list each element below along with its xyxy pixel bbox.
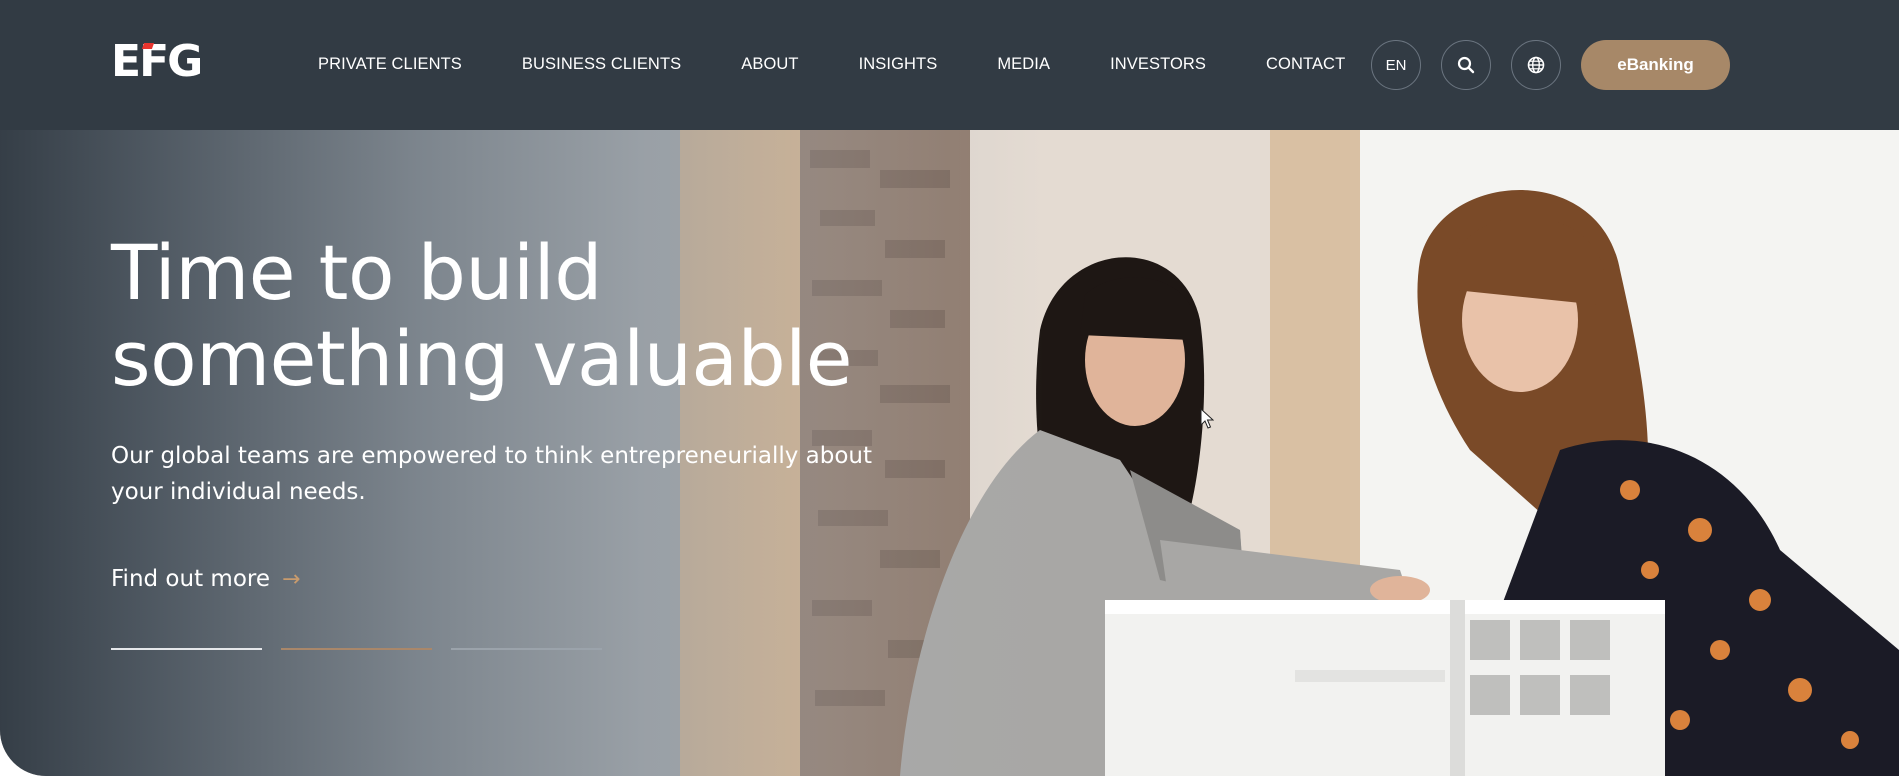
search-icon [1457,56,1475,74]
ebanking-button[interactable]: eBanking [1581,40,1730,90]
find-out-more-link[interactable]: Find out more → [111,566,300,592]
nav-investors[interactable]: INVESTORS [1110,55,1206,74]
slider-indicator-3[interactable] [451,648,602,650]
site-header: EFG PRIVATE CLIENTS BUSINESS CLIENTS ABO… [0,0,1899,130]
nav-about[interactable]: ABOUT [741,55,798,74]
hero-banner: Time to build something valuable Our glo… [0,130,1899,776]
nav-business-clients[interactable]: BUSINESS CLIENTS [522,55,681,74]
main-nav: PRIVATE CLIENTS BUSINESS CLIENTS ABOUT I… [318,52,1345,76]
hero-title: Time to build something valuable [111,228,853,403]
search-button[interactable] [1441,40,1491,90]
nav-private-clients[interactable]: PRIVATE CLIENTS [318,55,462,74]
find-out-more-label: Find out more [111,566,270,592]
mouse-cursor-icon [1200,408,1214,429]
globe-icon [1527,56,1545,74]
globe-button[interactable] [1511,40,1561,90]
hero-slider-indicators [111,648,602,650]
slider-indicator-2[interactable] [281,648,432,650]
slider-indicator-1[interactable] [111,648,262,650]
language-button[interactable]: EN [1371,40,1421,90]
hero-description: Our global teams are empowered to think … [111,443,873,505]
efg-logo[interactable]: EFG [111,40,203,84]
nav-media[interactable]: MEDIA [997,55,1050,74]
arrow-right-icon: → [282,566,301,592]
nav-insights[interactable]: INSIGHTS [859,55,938,74]
nav-contact[interactable]: CONTACT [1266,55,1345,74]
